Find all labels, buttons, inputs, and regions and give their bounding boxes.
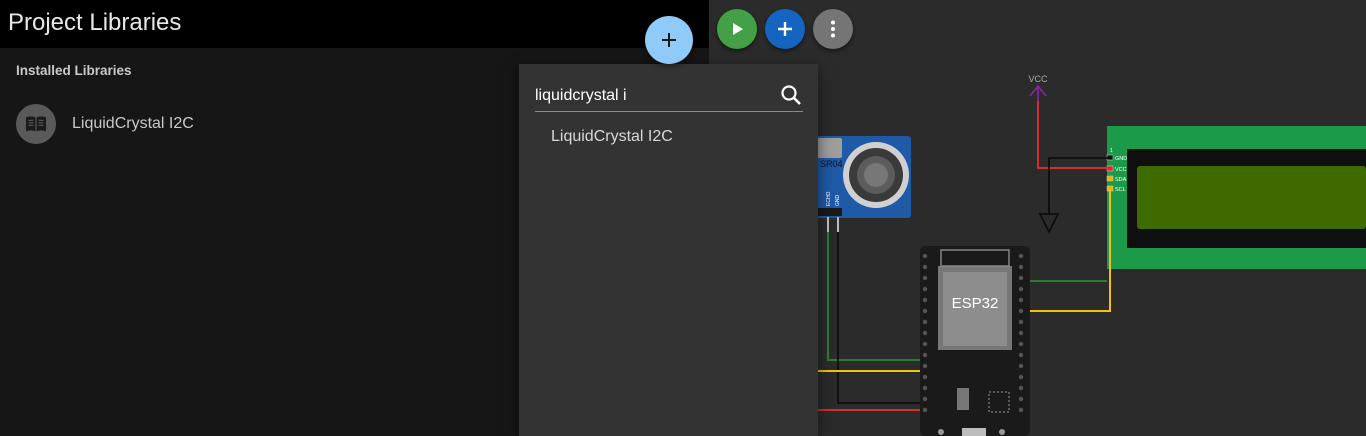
esp32-pin[interactable] [1018, 330, 1024, 336]
esp32-pin[interactable] [922, 319, 928, 325]
plus-icon [662, 33, 676, 47]
vcc-label: VCC [1028, 74, 1048, 84]
esp32-pin[interactable] [922, 341, 928, 347]
esp32-pin[interactable] [922, 363, 928, 369]
lcd-pin-scl-label: SCL [1115, 187, 1126, 193]
esp32-pin[interactable] [1018, 374, 1024, 380]
esp32-pin[interactable] [1018, 297, 1024, 303]
installed-library-item[interactable]: LiquidCrystal I2C [16, 104, 194, 144]
esp32-pin[interactable] [922, 385, 928, 391]
esp32-board[interactable]: ESP32 [920, 246, 1030, 436]
search-icon[interactable] [779, 83, 803, 107]
panel-title: Project Libraries [8, 9, 182, 36]
esp32-pin[interactable] [1018, 319, 1024, 325]
lcd-pin-gnd-label: GND [1115, 156, 1127, 162]
esp32-pin[interactable] [1018, 385, 1024, 391]
lcd-pin-sda-label: SDA [1115, 177, 1127, 183]
ground-symbol[interactable] [1038, 213, 1060, 234]
library-search-input[interactable] [535, 84, 771, 108]
esp32-pin[interactable] [1018, 275, 1024, 281]
esp32-pin[interactable] [922, 253, 928, 259]
vcc-supply[interactable]: VCC [1028, 74, 1048, 101]
esp32-pin[interactable] [922, 352, 928, 358]
library-search-field [535, 80, 803, 112]
installed-library-name: LiquidCrystal I2C [72, 115, 194, 132]
lcd-pin-vcc-label: VCC [1115, 167, 1127, 173]
add-library-button[interactable] [645, 16, 693, 64]
esp32-pin[interactable] [922, 286, 928, 292]
esp32-pin[interactable] [1018, 308, 1024, 314]
esp32-pin[interactable] [922, 330, 928, 336]
esp32-pin[interactable] [922, 396, 928, 402]
esp32-pin[interactable] [922, 264, 928, 270]
esp32-pin[interactable] [1018, 286, 1024, 292]
library-search-popup: LiquidCrystal I2C [519, 64, 818, 436]
sensor-pin-echo-label: ECHO [826, 191, 832, 206]
esp32-pin[interactable] [922, 297, 928, 303]
sensor-label: SR04 [820, 159, 843, 169]
lcd-display[interactable]: 1 GND VCC SDA SCL [1106, 126, 1366, 269]
esp32-pin[interactable] [922, 275, 928, 281]
esp32-pin[interactable] [922, 308, 928, 314]
esp32-pin[interactable] [922, 407, 928, 413]
esp32-label: ESP32 [952, 295, 999, 312]
esp32-pin[interactable] [1018, 396, 1024, 402]
installed-libraries-heading: Installed Libraries [16, 63, 132, 78]
esp32-pin[interactable] [1018, 352, 1024, 358]
lcd-pin1-label: 1 [1110, 148, 1113, 154]
esp32-pin[interactable] [1018, 264, 1024, 270]
esp32-pin[interactable] [1018, 407, 1024, 413]
esp32-pin[interactable] [922, 374, 928, 380]
sensor-pin-gnd-label: GND [835, 195, 841, 207]
panel-header: Project Libraries [0, 0, 709, 48]
esp32-pin[interactable] [1018, 363, 1024, 369]
book-icon [16, 104, 56, 144]
search-result-item[interactable]: LiquidCrystal I2C [551, 128, 673, 146]
esp32-pin[interactable] [1018, 253, 1024, 259]
esp32-pin[interactable] [1018, 341, 1024, 347]
